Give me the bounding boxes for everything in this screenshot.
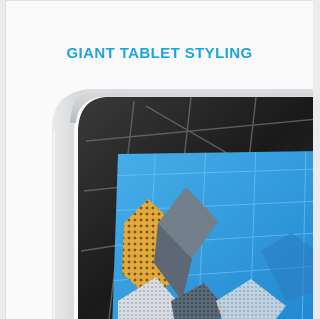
product-card: GIANT TABLET STYLING <box>5 0 313 319</box>
tablet-image <box>6 1 313 319</box>
